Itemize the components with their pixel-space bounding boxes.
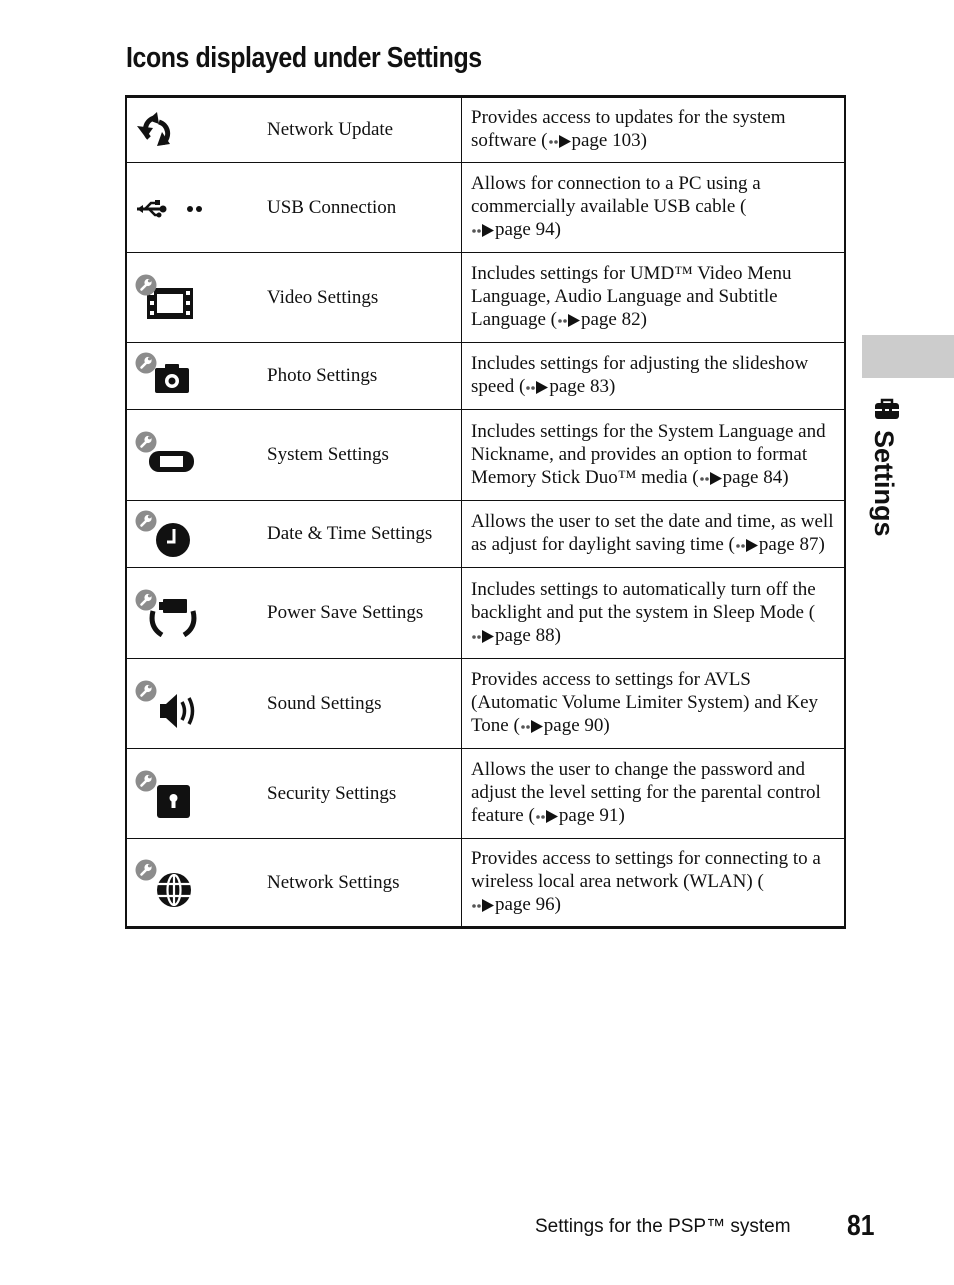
- description-text: Allows for connection to a PC using a co…: [471, 173, 761, 217]
- table-row-system-settings: System Settings Includes settings for th…: [126, 409, 845, 501]
- page-reference-link[interactable]: page 82): [557, 309, 647, 330]
- setting-description: Includes settings for adjusting the slid…: [461, 342, 845, 410]
- table-row-network-update: Network Update Provides access to update…: [126, 96, 845, 163]
- setting-name: Video Settings: [255, 252, 462, 343]
- video-settings-icon: [135, 274, 199, 322]
- photo-settings-icon: [135, 352, 199, 400]
- setting-description: Provides access to settings for AVLS (Au…: [461, 658, 845, 749]
- reference-arrow-icon: [699, 466, 723, 489]
- page-reference-link[interactable]: page 90): [520, 715, 610, 736]
- description-text-end: ): [782, 466, 789, 488]
- setting-description: Allows the user to change the password a…: [461, 748, 845, 839]
- setting-name: Power Save Settings: [255, 567, 462, 659]
- footer-section-title: Settings for the PSP™ system: [535, 1216, 791, 1237]
- side-tab-marker: [862, 335, 954, 378]
- description-text-end: ): [640, 309, 647, 330]
- table-row-power-save-settings: Power Save Settings Includes settings to…: [126, 567, 845, 659]
- security-settings-icon: [135, 770, 199, 818]
- page-title: Icons displayed under Settings: [126, 42, 482, 74]
- table-row-date-time-settings: Date & Time Settings Allows the user to …: [126, 500, 845, 568]
- setting-name: Security Settings: [255, 748, 462, 839]
- sound-settings-icon: [135, 680, 199, 728]
- setting-name: Network Update: [255, 96, 462, 163]
- reference-arrow-icon: [471, 218, 495, 241]
- power-save-settings-icon: [135, 589, 199, 637]
- setting-name: Date & Time Settings: [255, 500, 462, 568]
- page-reference-text: page 82: [580, 309, 641, 330]
- page-reference-link[interactable]: page 91): [535, 805, 625, 826]
- toolbox-icon: [874, 398, 900, 425]
- description-text-end: ): [554, 894, 561, 915]
- page-reference-link[interactable]: page 103): [548, 130, 647, 151]
- reference-arrow-icon: [535, 804, 559, 827]
- setting-description: Includes settings for UMD™ Video Menu La…: [461, 252, 845, 343]
- description-text-end: ): [554, 624, 561, 646]
- page-reference-link[interactable]: page 96): [471, 894, 561, 915]
- reference-arrow-icon: [471, 893, 495, 916]
- page-reference-text: page 84: [722, 466, 783, 488]
- side-tab-label: Settings: [869, 430, 899, 537]
- setting-name: Sound Settings: [255, 658, 462, 749]
- setting-name: USB Connection: [255, 162, 462, 253]
- setting-description: Includes settings for the System Languag…: [461, 409, 845, 501]
- description-text-end: ): [608, 376, 616, 397]
- reference-arrow-icon: [471, 624, 495, 647]
- page-reference-text: page 94: [495, 219, 555, 240]
- description-text-end: ): [554, 219, 561, 240]
- table-row-network-settings: Network Settings Provides access to sett…: [126, 838, 846, 928]
- page-reference-text: page 88: [495, 624, 555, 646]
- description-text-end: ): [818, 534, 825, 555]
- setting-name: Network Settings: [255, 838, 462, 928]
- setting-name: Photo Settings: [255, 342, 462, 410]
- description-text: Allows the user to change the password a…: [471, 759, 821, 826]
- page-reference-link[interactable]: page 83): [525, 376, 615, 397]
- reference-arrow-icon: [735, 533, 759, 556]
- page-reference-text: page 87: [758, 534, 819, 555]
- page-reference-text: page 96: [495, 894, 555, 915]
- setting-description: Includes settings to automatically turn …: [461, 567, 845, 659]
- table-row-security-settings: Security Settings Allows the user to cha…: [126, 748, 845, 839]
- setting-description: Allows for connection to a PC using a co…: [461, 162, 845, 253]
- reference-arrow-icon: [548, 129, 572, 152]
- setting-description: Allows the user to set the date and time…: [461, 500, 845, 568]
- setting-description: Provides access to settings for connecti…: [462, 839, 846, 928]
- setting-description: Provides access to updates for the syste…: [461, 96, 845, 163]
- network-settings-icon: [135, 859, 199, 907]
- page-reference-text: page 83: [549, 376, 609, 397]
- page-reference-text: page 91: [558, 805, 619, 826]
- usb-icon: [135, 184, 202, 232]
- page-reference-link[interactable]: page 87): [735, 534, 825, 555]
- reference-arrow-icon: [520, 714, 544, 737]
- page-reference-link[interactable]: page 84): [699, 467, 789, 488]
- table-row-video-settings: Video Settings Includes settings for UMD…: [126, 252, 845, 343]
- network-update-icon: [135, 106, 199, 154]
- page-reference-text: page 90: [543, 715, 604, 736]
- page-number: 81: [847, 1210, 875, 1242]
- table-row-sound-settings: Sound Settings Provides access to settin…: [126, 658, 845, 749]
- description-text: Provides access to settings for connecti…: [471, 848, 821, 892]
- date-time-settings-icon: [135, 510, 199, 558]
- table-row-usb: USB Connection Allows for connection to …: [126, 162, 845, 253]
- description-text-end: ): [603, 715, 610, 736]
- reference-arrow-icon: [557, 308, 581, 331]
- page-reference-link[interactable]: page 94): [471, 219, 561, 240]
- settings-icons-table: Network Update Provides access to update…: [125, 95, 846, 929]
- page-reference-text: page 103: [571, 130, 641, 151]
- reference-arrow-icon: [525, 375, 549, 398]
- description-text: Includes settings for adjusting the slid…: [471, 353, 809, 397]
- setting-name: System Settings: [255, 409, 462, 501]
- description-text: Includes settings to automatically turn …: [471, 578, 816, 623]
- description-text-end: ): [618, 805, 625, 826]
- system-settings-icon: [135, 431, 199, 479]
- page-reference-link[interactable]: page 88): [471, 625, 561, 646]
- description-text-end: ): [640, 130, 647, 151]
- table-row-photo-settings: Photo Settings Includes settings for adj…: [126, 342, 845, 410]
